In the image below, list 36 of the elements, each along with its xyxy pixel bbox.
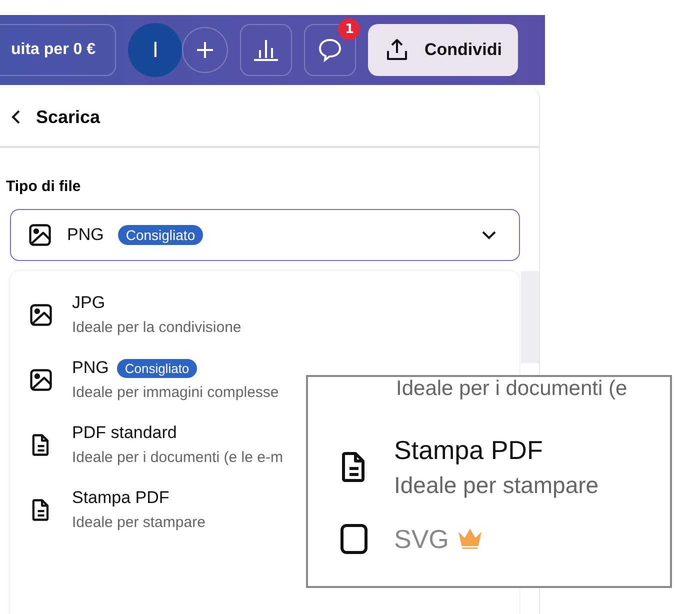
image-icon (28, 302, 54, 328)
chevron-left-icon (10, 109, 22, 125)
recommended-badge: Consigliato (118, 225, 204, 245)
share-button[interactable]: Condividi (368, 24, 518, 76)
plus-icon (195, 40, 216, 60)
image-icon (28, 366, 54, 392)
panel-title: Scarica (36, 106, 100, 128)
notification-badge: 1 (338, 18, 360, 40)
option-description: Ideale per la condivisione (72, 319, 242, 336)
file-type-dropdown[interactable]: PNG Consigliato (10, 209, 520, 261)
option-description: Ideale per immagini complesse (72, 384, 279, 401)
option-title: JPG (72, 293, 106, 313)
file-type-option[interactable]: PNG Consigliato Ideale per immagini complesse (10, 358, 279, 401)
bar-chart-icon (252, 38, 280, 62)
option-description: Ideale per i documenti (e (396, 377, 628, 401)
option-title: Stampa PDF (72, 488, 170, 508)
file-type-option[interactable]: Stampa PDF Ideale per stampare (10, 488, 206, 531)
recommended-badge: Consigliato (116, 358, 198, 378)
scrollbar[interactable] (521, 271, 539, 363)
option-description: Ideale per stampare (394, 472, 599, 499)
file-type-option[interactable]: JPG Ideale per la condivisione (10, 293, 242, 336)
add-button[interactable] (182, 27, 228, 73)
option-title: PDF standard (72, 423, 177, 443)
speech-bubble-icon (317, 37, 344, 63)
chevron-down-icon (481, 230, 497, 240)
avatar[interactable]: I (128, 23, 182, 77)
analytics-button[interactable] (240, 24, 292, 76)
image-icon (27, 222, 53, 248)
option-title: SVG (394, 524, 449, 554)
file-type-option[interactable]: PDF standard Ideale per i documenti (e le e-m (10, 423, 283, 466)
option-title: Stampa PDF (394, 435, 543, 466)
field-label: Tipo di file (6, 178, 82, 195)
option-title: PNG (72, 358, 109, 378)
option-description: Ideale per stampare (72, 514, 206, 531)
option-description: Ideale per i documenti (e le e-m (72, 449, 283, 466)
upgrade-button[interactable]: uita per 0 € (0, 24, 116, 76)
